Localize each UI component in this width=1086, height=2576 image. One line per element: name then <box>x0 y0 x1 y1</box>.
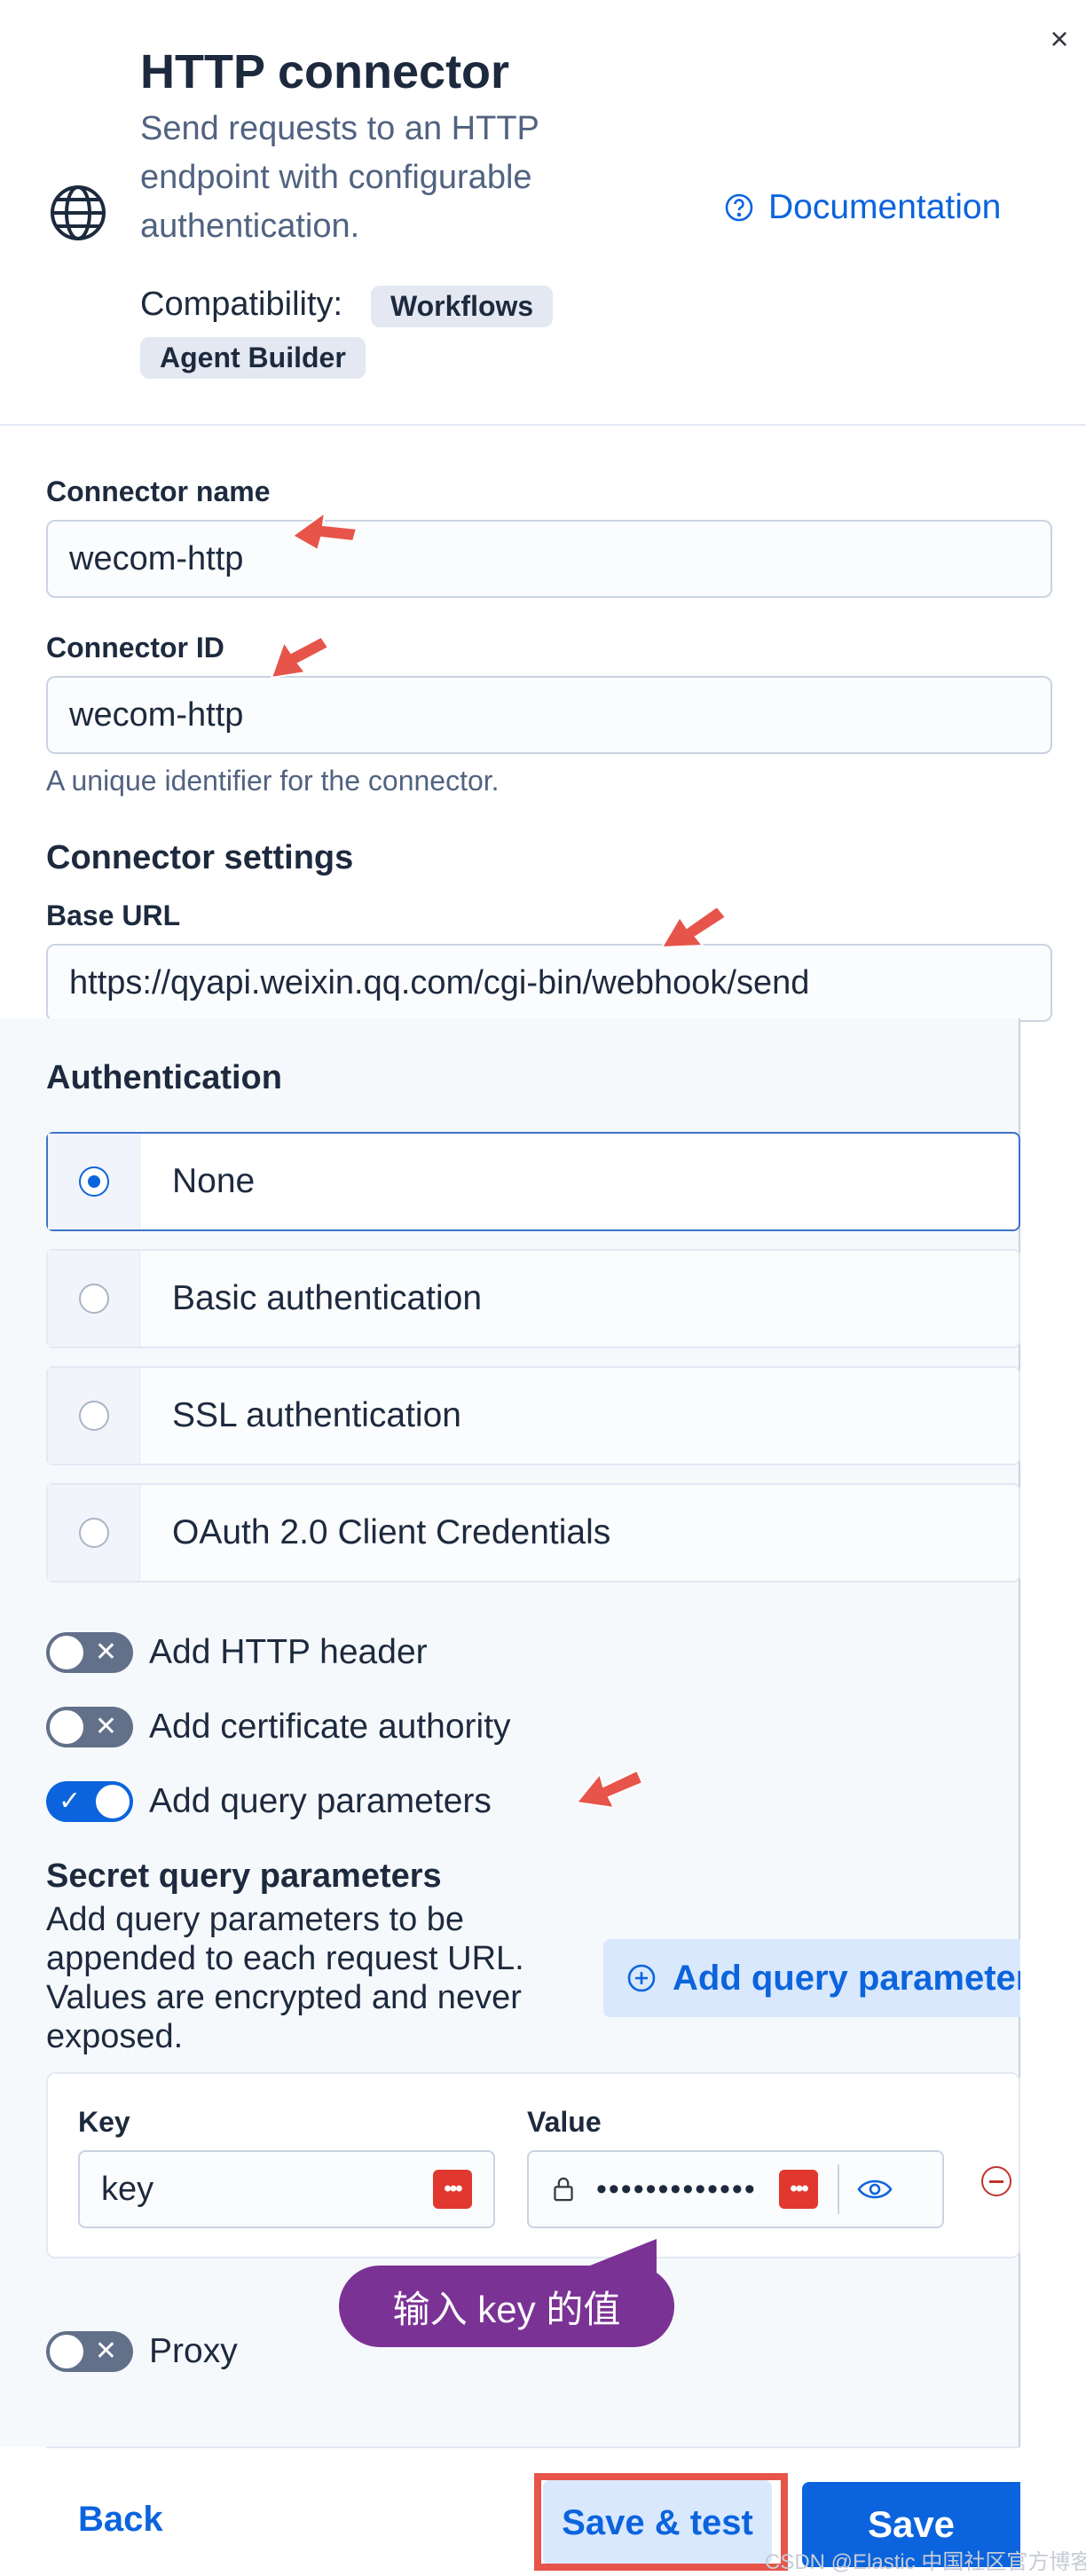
cross-icon: ✕ <box>94 2336 117 2366</box>
http-header-switch[interactable]: ✕ <box>46 1632 133 1673</box>
connector-description: Send requests to an HTTP endpoint with c… <box>140 110 539 245</box>
eye-icon[interactable] <box>857 2177 893 2202</box>
auth-option-ssl[interactable]: SSL authentication <box>46 1366 1020 1465</box>
auth-option-label: None <box>172 1162 256 1200</box>
lock-icon <box>554 2177 573 2202</box>
cross-icon: ✕ <box>94 1712 117 1741</box>
key-label: Key <box>78 2106 130 2138</box>
auth-option-oauth[interactable]: OAuth 2.0 Client Credentials <box>46 1483 1020 1583</box>
documentation-label: Documentation <box>768 188 1002 226</box>
compatibility-label: Compatibility: <box>140 286 343 323</box>
auth-option-label: SSL authentication <box>172 1396 461 1434</box>
radio-slot <box>48 1368 140 1464</box>
authentication-title: Authentication <box>46 1059 282 1096</box>
help-circle-icon <box>725 193 753 222</box>
value-label: Value <box>527 2106 602 2138</box>
radio-slot <box>48 1485 140 1581</box>
cross-icon: ✕ <box>94 1637 117 1667</box>
password-manager-icon[interactable]: ••• <box>433 2170 472 2209</box>
radio-selected-icon[interactable] <box>78 1166 109 1197</box>
header-divider <box>0 424 1086 426</box>
toggle-http-header: ✕ Add HTTP header <box>46 1632 428 1673</box>
annotation-arrow-icon <box>660 905 728 949</box>
check-icon: ✓ <box>59 1787 82 1816</box>
key-input[interactable]: key ••• <box>78 2150 495 2228</box>
documentation-link[interactable]: Documentation <box>724 188 1001 227</box>
close-icon[interactable]: × <box>1043 23 1075 55</box>
radio-icon[interactable] <box>78 1284 109 1314</box>
auth-option-none[interactable]: None <box>46 1132 1020 1231</box>
connector-settings-title: Connector settings <box>46 839 354 876</box>
radio-slot <box>48 1134 140 1229</box>
annotation-arrow-icon <box>270 635 330 679</box>
query-parameters-switch[interactable]: ✓ <box>46 1781 133 1822</box>
base-url-label: Base URL <box>46 899 181 931</box>
toggle-query-parameters: ✓ Add query parameters <box>46 1781 492 1822</box>
connector-id-input[interactable]: wecom-http <box>46 676 1052 754</box>
field-divider <box>838 2164 839 2214</box>
toggle-label: Add HTTP header <box>149 1633 428 1671</box>
connector-id-help: A unique identifier for the connector. <box>46 765 500 797</box>
plus-circle-icon <box>627 1964 656 1992</box>
radio-icon[interactable] <box>78 1518 109 1548</box>
highlight-box <box>534 2473 788 2571</box>
page-title: HTTP connector <box>140 45 510 98</box>
remove-parameter-icon[interactable] <box>981 2166 1011 2196</box>
add-query-parameter-button[interactable]: Add query parameter <box>603 1939 1020 2017</box>
connector-id-label: Connector ID <box>46 632 224 664</box>
watermark: CSDN @Elastic 中国社区官方博客 <box>765 2550 1086 2574</box>
toggle-proxy: ✕ Proxy <box>46 2331 238 2372</box>
compat-badge-agent-builder: Agent Builder <box>140 337 366 379</box>
globe-icon <box>51 185 106 240</box>
key-input-value: key <box>101 2170 154 2208</box>
toggle-label: Add certificate authority <box>149 1708 511 1746</box>
secret-params-description: Add query parameters to be appended to e… <box>46 1901 524 2055</box>
auth-option-basic[interactable]: Basic authentication <box>46 1249 1020 1348</box>
add-query-parameter-label: Add query parameter <box>673 1958 1020 1998</box>
back-button[interactable]: Back <box>78 2500 163 2540</box>
connector-name-input[interactable]: wecom-http <box>46 520 1052 598</box>
password-manager-icon[interactable]: ••• <box>779 2170 818 2209</box>
base-url-input[interactable]: https://qyapi.weixin.qq.com/cgi-bin/webh… <box>46 944 1052 1022</box>
annotation-arrow-icon <box>575 1769 644 1810</box>
annotation-arrow-icon <box>291 510 358 552</box>
value-input[interactable]: ••••••••••••• ••• <box>527 2150 944 2228</box>
toggle-label: Proxy <box>149 2332 238 2370</box>
compat-badge-workflows: Workflows <box>371 286 554 327</box>
proxy-switch[interactable]: ✕ <box>46 2331 133 2372</box>
auth-option-label: OAuth 2.0 Client Credentials <box>172 1513 611 1551</box>
radio-icon[interactable] <box>78 1401 109 1431</box>
radio-slot <box>48 1251 140 1347</box>
certificate-authority-switch[interactable]: ✕ <box>46 1707 133 1747</box>
secret-params-title: Secret query parameters <box>46 1857 442 1895</box>
connector-name-label: Connector name <box>46 475 271 507</box>
footer-divider <box>46 2446 1020 2448</box>
annotation-bubble: 输入 key 的值 <box>339 2266 674 2347</box>
toggle-label: Add query parameters <box>149 1782 492 1820</box>
toggle-certificate-authority: ✕ Add certificate authority <box>46 1707 511 1747</box>
auth-option-label: Basic authentication <box>172 1279 483 1317</box>
